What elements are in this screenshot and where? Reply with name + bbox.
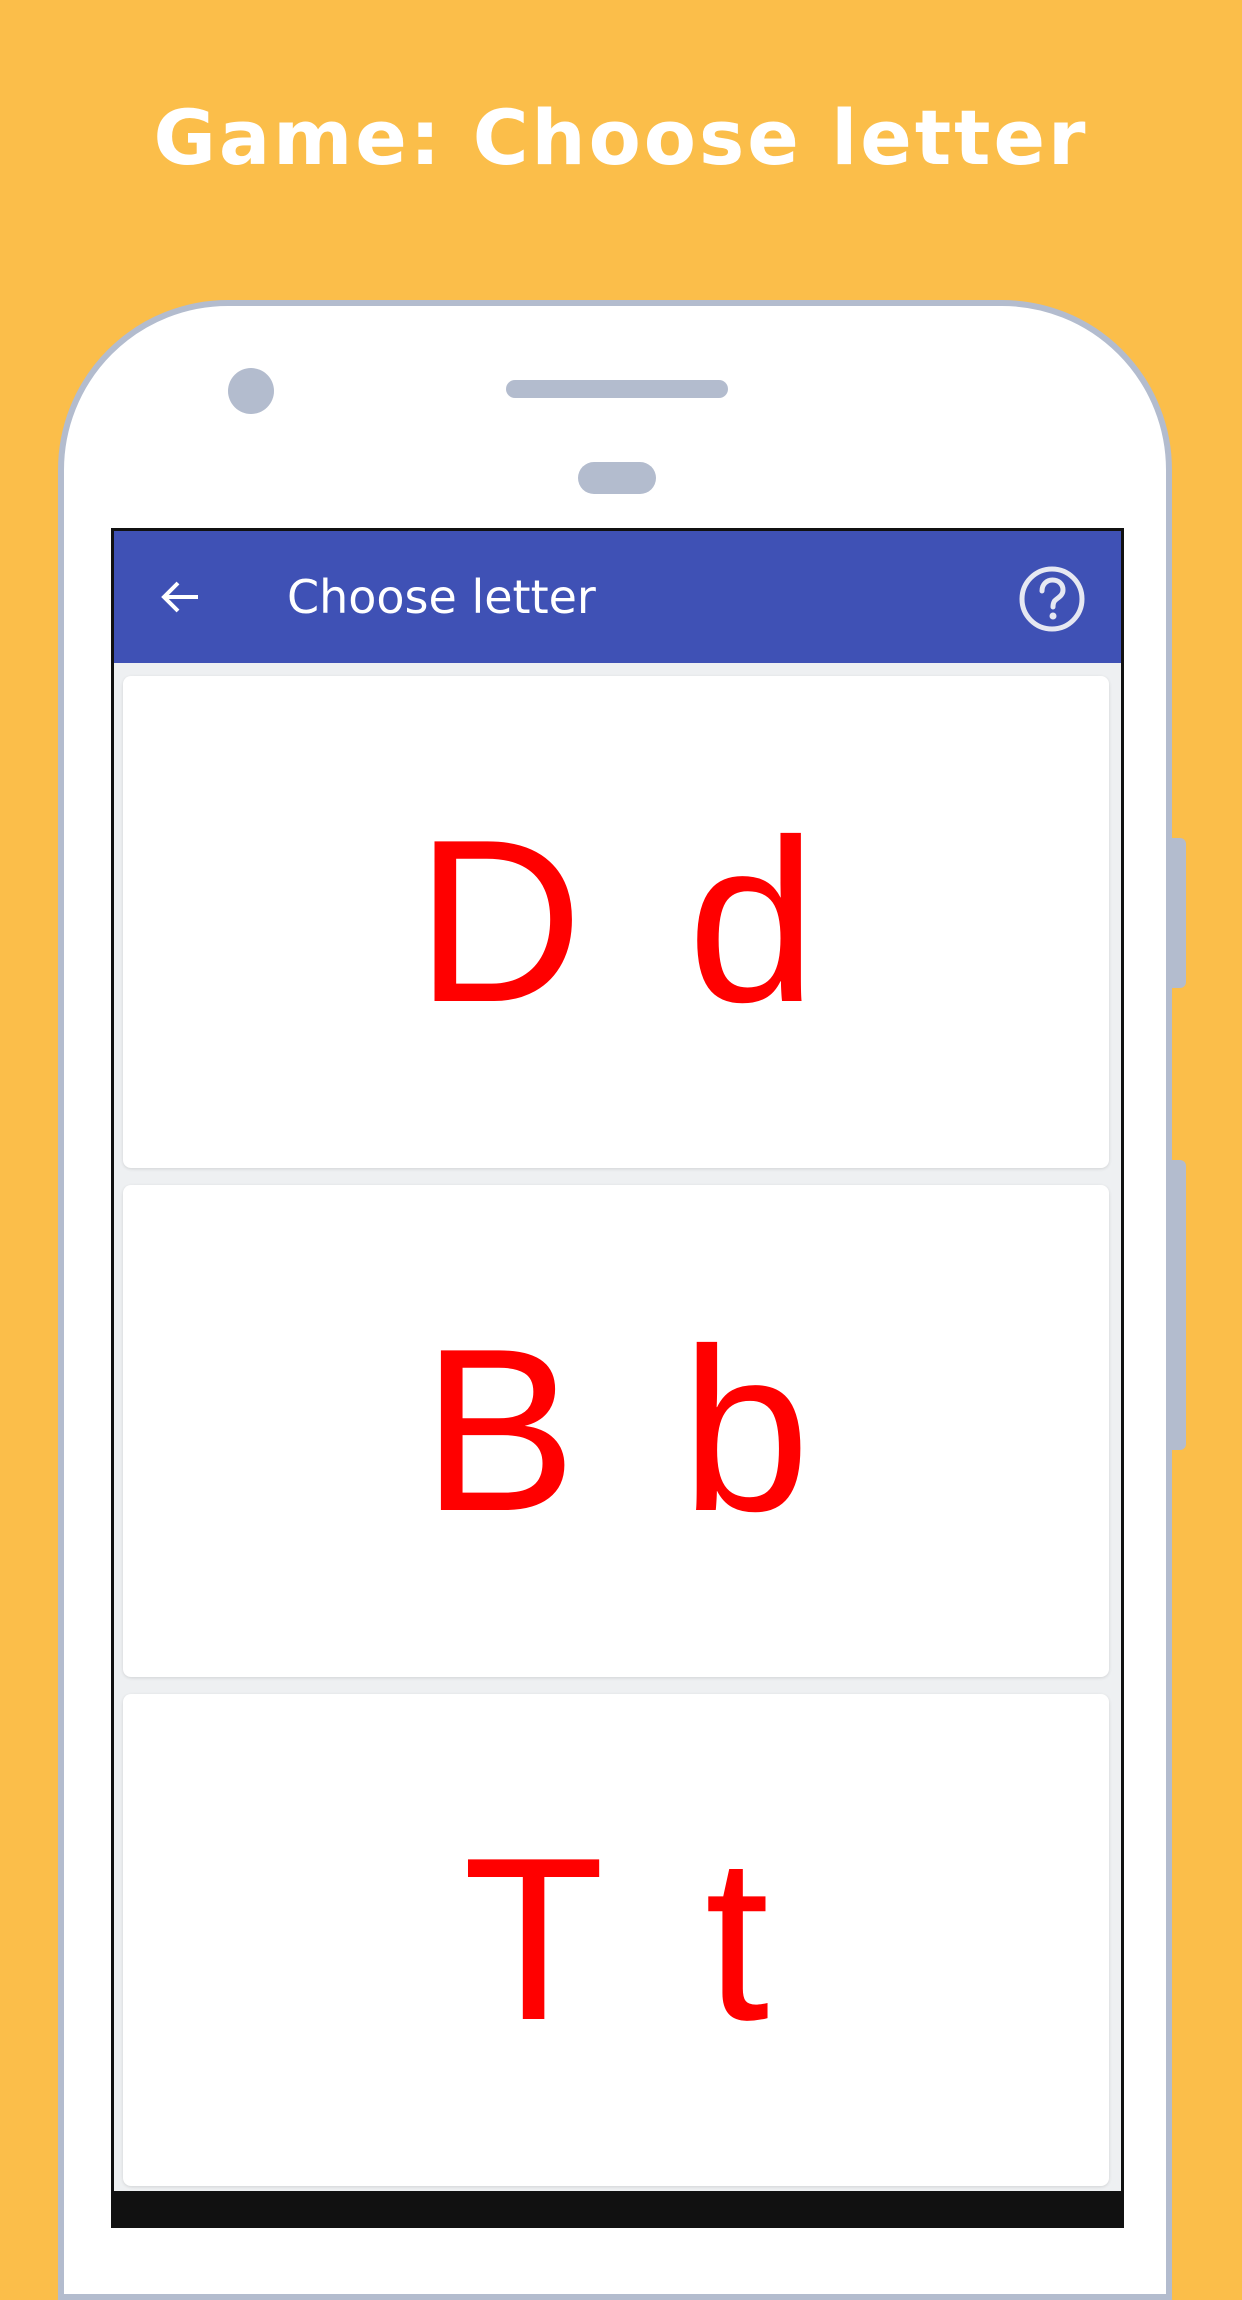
phone-volume-button [1172, 838, 1186, 988]
letter-card-2[interactable]: B b [123, 1185, 1109, 1677]
letter-card-1[interactable]: D d [123, 676, 1109, 1168]
help-circle-icon[interactable] [1018, 565, 1086, 633]
app-bar: Choose letter [114, 531, 1121, 663]
promo-title: Game: Choose letter [153, 93, 1089, 182]
arrow-left-icon[interactable] [152, 569, 208, 625]
phone-screen: Choose letter D d B b T t [111, 528, 1124, 2228]
card-letter: T t [462, 1810, 770, 2069]
phone-power-button [1172, 1160, 1186, 1450]
card-letter: D d [415, 792, 817, 1051]
phone-camera [228, 368, 274, 414]
screen-bottom-bar [114, 2191, 1121, 2225]
phone-sensor [578, 462, 656, 494]
app-title: Choose letter [287, 570, 596, 624]
letter-card-3[interactable]: T t [123, 1694, 1109, 2186]
phone-speaker [506, 380, 728, 398]
card-letter: B b [421, 1301, 811, 1560]
